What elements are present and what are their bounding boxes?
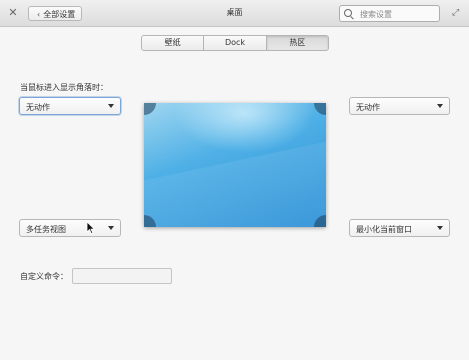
top-left-corner-dropdown[interactable]: 无动作: [19, 97, 121, 115]
chevron-down-icon: [108, 226, 114, 230]
custom-command-label: 自定义命令：: [20, 272, 68, 281]
wallpaper-glow: [174, 103, 314, 153]
chevron-down-icon: [437, 226, 443, 230]
hot-corner-top-right: [314, 103, 326, 115]
custom-command-input[interactable]: [72, 268, 172, 284]
top-right-corner-dropdown[interactable]: 无动作: [349, 97, 450, 115]
search-placeholder: 搜索设置: [360, 10, 392, 19]
dropdown-value: 无动作: [26, 103, 50, 112]
hot-corners-label: 当鼠标进入显示角落时：: [20, 83, 108, 92]
bottom-left-corner-dropdown[interactable]: 多任务视图: [19, 219, 121, 237]
desktop-preview: [144, 103, 326, 227]
bottom-right-corner-dropdown[interactable]: 最小化当前窗口: [349, 219, 450, 237]
chevron-down-icon: [108, 104, 114, 108]
dropdown-value: 最小化当前窗口: [356, 225, 412, 234]
maximize-icon[interactable]: ⤢: [452, 8, 462, 18]
tab-switcher: 壁纸 Dock 热区: [141, 35, 329, 51]
mouse-pointer-icon: [86, 221, 96, 235]
search-input[interactable]: 搜索设置: [339, 5, 440, 22]
chevron-down-icon: [437, 104, 443, 108]
search-icon: [344, 9, 352, 17]
dropdown-value: 无动作: [356, 103, 380, 112]
hot-corner-top-left: [144, 103, 156, 115]
tab-hot-corners[interactable]: 热区: [266, 36, 328, 50]
title-bar: ✕ ‹ 全部设置 桌面 搜索设置 ⤢: [0, 0, 469, 27]
dropdown-value: 多任务视图: [26, 225, 66, 234]
tab-dock[interactable]: Dock: [204, 36, 267, 50]
tab-wallpaper[interactable]: 壁纸: [142, 36, 205, 50]
